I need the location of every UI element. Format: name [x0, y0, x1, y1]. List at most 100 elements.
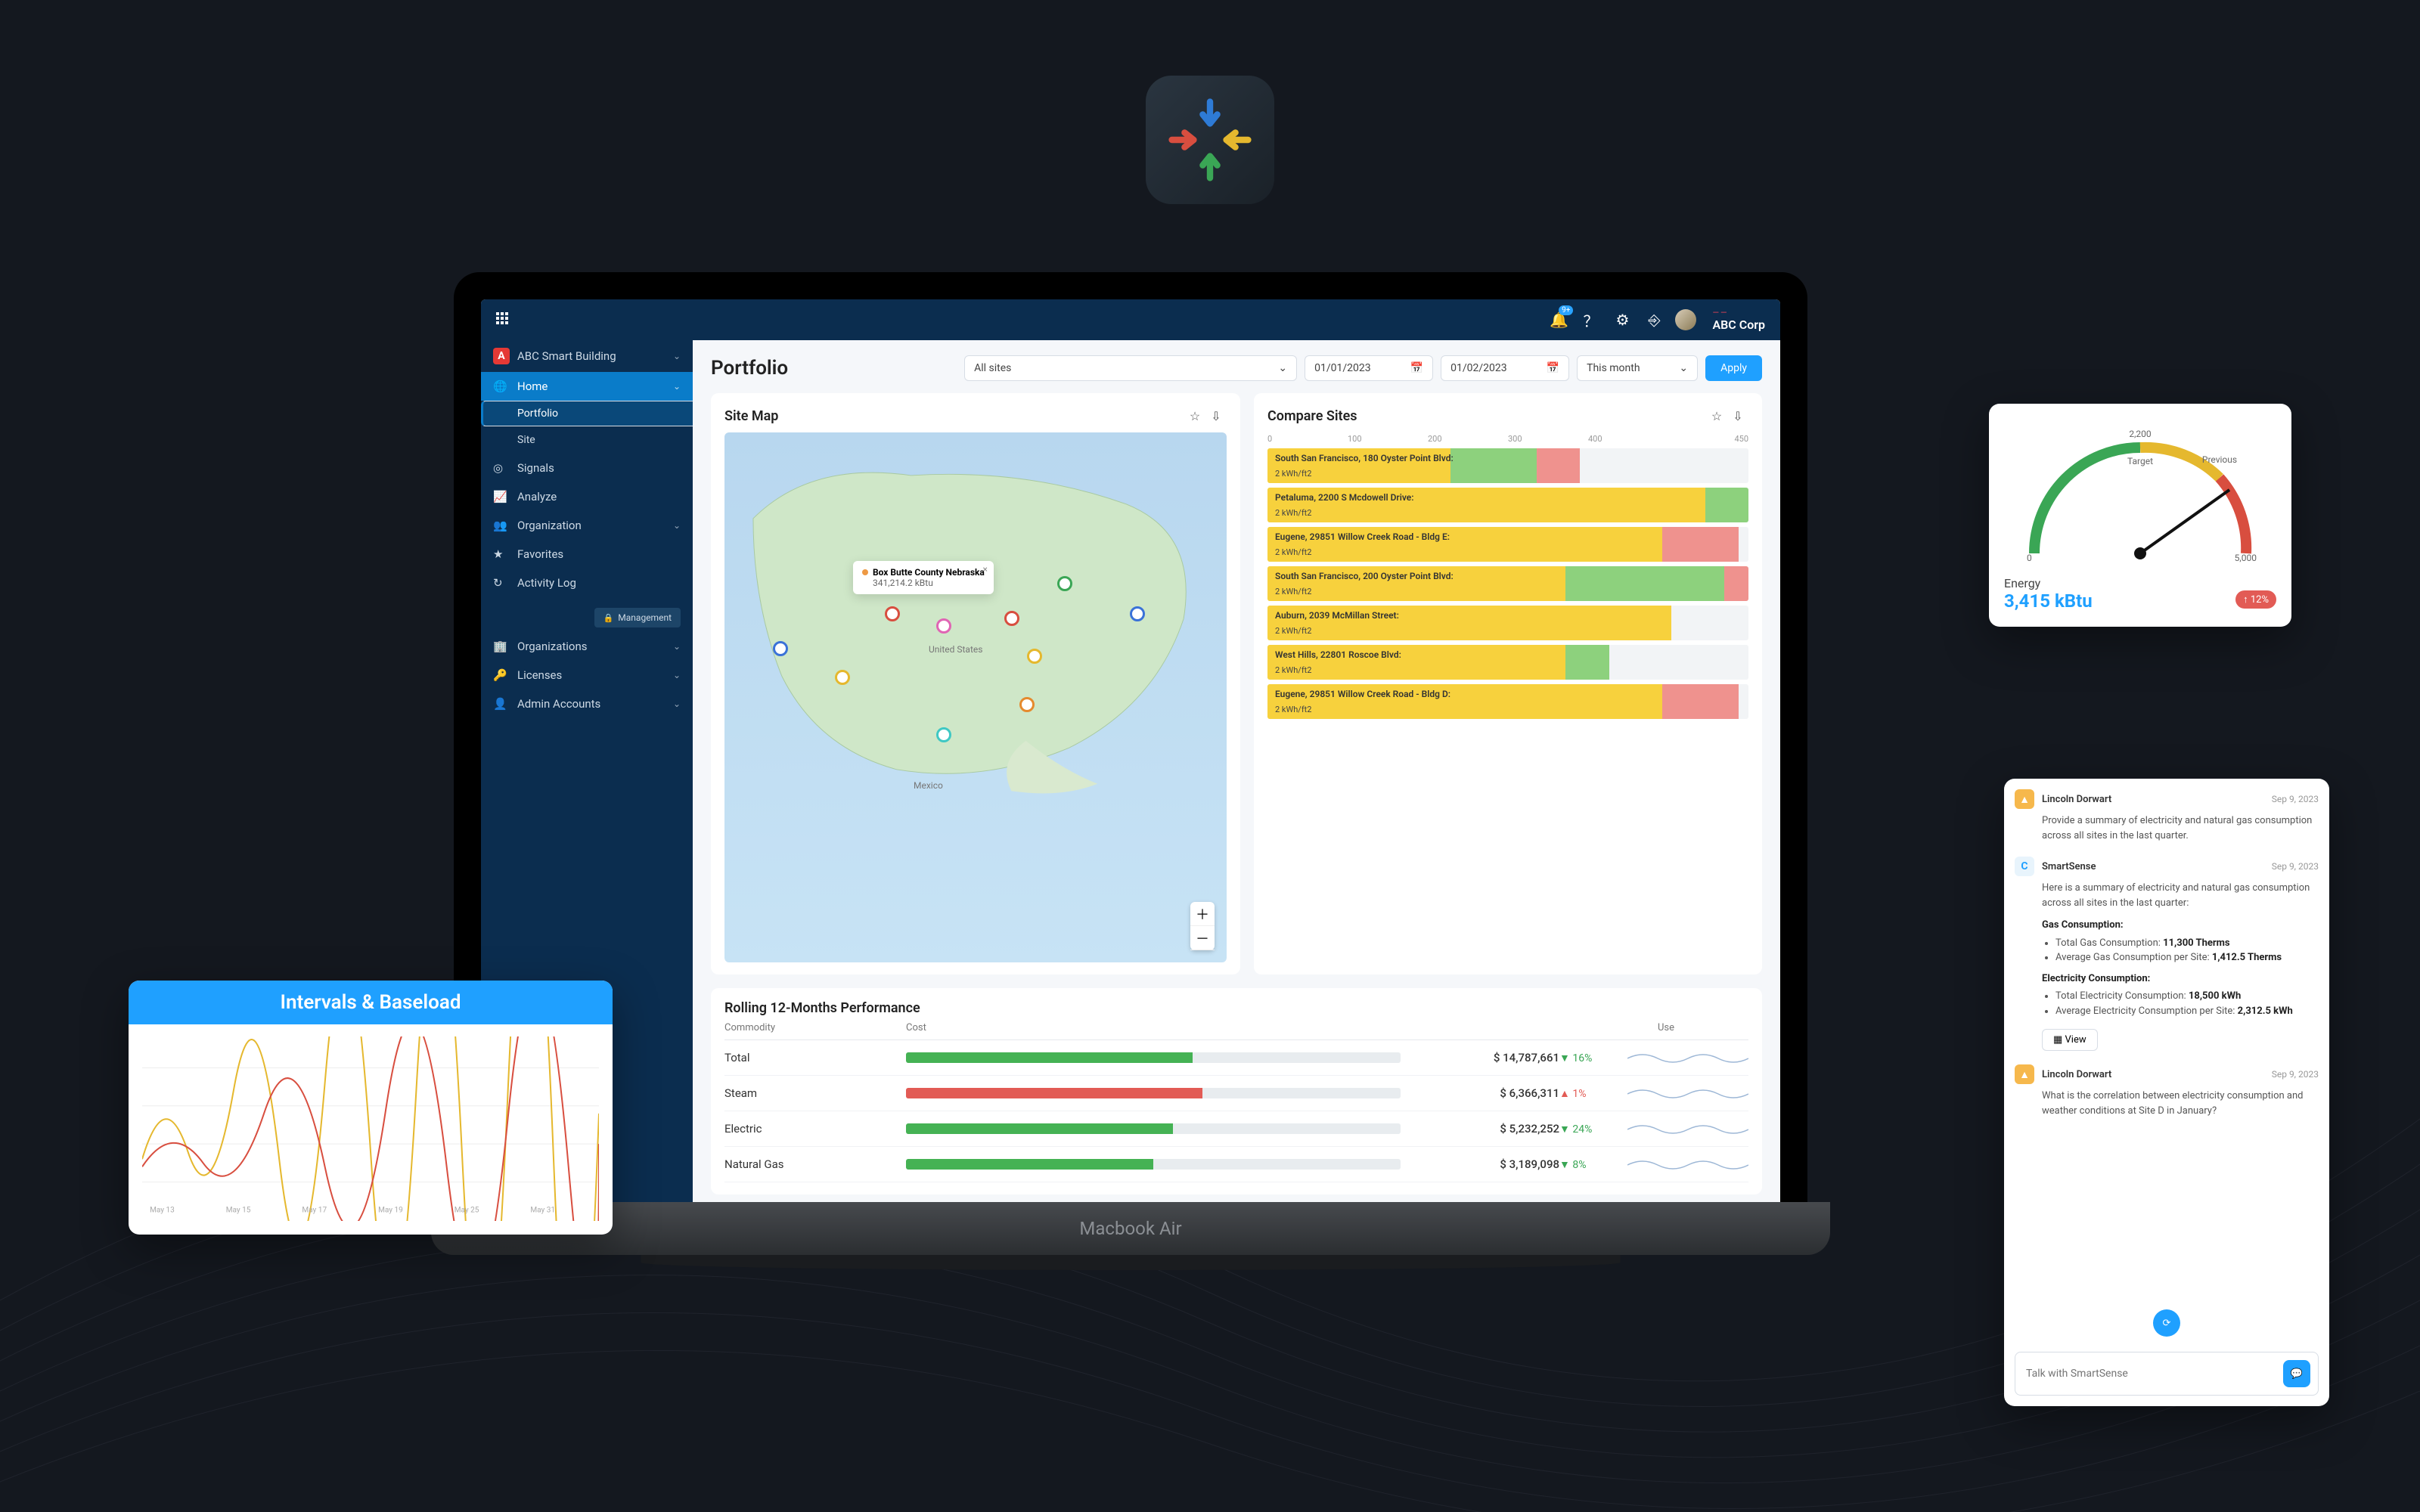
logout-icon[interactable]: ⎆: [1641, 307, 1667, 333]
compare-row[interactable]: South San Francisco, 200 Oyster Point Bl…: [1267, 566, 1748, 601]
site-name: Auburn, 2039 McMillan Street:: [1275, 610, 1399, 621]
sidebar-brand[interactable]: A ABC Smart Building ⌄: [481, 340, 693, 372]
msg-author: SmartSense: [2042, 861, 2096, 872]
sidebar-item-organizations[interactable]: 🏢Organizations⌄: [481, 632, 693, 661]
user-icon: 👤: [493, 697, 510, 711]
intervals-chart: May 13May 15May 17May 19May 25May 31: [129, 1024, 613, 1221]
laptop-mockup: 🔔9+ ？ ⚙ ⎆ —— ABC Corp A ABC Smart Buildi…: [431, 272, 1830, 1300]
avatar[interactable]: [1673, 307, 1699, 333]
compare-axis: 0100200300400450: [1267, 432, 1748, 448]
user-avatar-icon: ▲: [2015, 789, 2034, 809]
management-tag: Management: [594, 608, 681, 627]
apps-grid-icon[interactable]: [496, 312, 511, 327]
sites-select[interactable]: All sites⌄: [964, 355, 1297, 381]
site-unit: 2 kWh/ft2: [1275, 469, 1311, 479]
date-from-input[interactable]: 01/01/2023📅: [1305, 355, 1433, 381]
chart-icon: 📈: [493, 490, 510, 503]
map-pin[interactable]: [936, 727, 951, 742]
energy-gauge-widget: 2,200 Previous Target 5,000 0 Energy 3,4…: [1989, 404, 2291, 627]
sidebar-item-organization[interactable]: 👥Organization⌄: [481, 511, 693, 540]
chat-loading-icon: ⟳: [2153, 1309, 2180, 1337]
msg-date: Sep 9, 2023: [2272, 794, 2319, 804]
delta-value: ▼ 16%: [1559, 1052, 1627, 1064]
msg-date: Sep 9, 2023: [2272, 1069, 2319, 1080]
page-title: Portfolio: [711, 357, 788, 380]
site-unit: 2 kWh/ft2: [1275, 587, 1311, 596]
cost-value: $ 3,189,098: [1416, 1157, 1559, 1171]
map-pin[interactable]: [1130, 606, 1145, 621]
site-unit: 2 kWh/ft2: [1275, 626, 1311, 636]
range-select[interactable]: This month⌄: [1577, 355, 1698, 381]
sidebar-item-site[interactable]: Site: [481, 426, 693, 454]
building-icon: 🏢: [493, 640, 510, 653]
sidebar-item-analyze[interactable]: 📈Analyze: [481, 482, 693, 511]
laptop-base: Macbook Air: [431, 1202, 1830, 1255]
card-title: Rolling 12-Months Performance: [724, 1000, 1748, 1016]
svg-text:0: 0: [2027, 553, 2032, 563]
delta-value: ▼ 24%: [1559, 1123, 1627, 1136]
map-pin[interactable]: [835, 670, 850, 685]
org-switcher[interactable]: —— ABC Corp: [1712, 308, 1765, 332]
download-icon[interactable]: ⇩: [1727, 405, 1748, 426]
close-icon[interactable]: ×: [982, 564, 987, 575]
globe-icon: 🌐: [493, 380, 510, 393]
help-icon[interactable]: ？: [1578, 307, 1603, 333]
map-pin[interactable]: [1057, 576, 1072, 591]
map-pin[interactable]: [936, 618, 951, 634]
compare-row[interactable]: Eugene, 29851 Willow Creek Road - Bldg D…: [1267, 684, 1748, 719]
zoom-out-button[interactable]: －: [1190, 926, 1215, 950]
view-button[interactable]: ▦ View: [2042, 1029, 2098, 1051]
sidebar-item-signals[interactable]: ◎Signals: [481, 454, 693, 482]
cost-value: $ 6,366,311: [1416, 1086, 1559, 1100]
map-pin[interactable]: [1019, 697, 1035, 712]
compare-row[interactable]: Petaluma, 2200 S Mcdowell Drive: 2 kWh/ft…: [1267, 488, 1748, 522]
map-label: Mexico: [914, 780, 943, 791]
map-canvas[interactable]: United States Mexico: [724, 432, 1227, 962]
sidebar-item-licenses[interactable]: 🔑Licenses⌄: [481, 661, 693, 689]
site-unit: 2 kWh/ft2: [1275, 547, 1311, 557]
site-unit: 2 kWh/ft2: [1275, 665, 1311, 675]
svg-text:May 15: May 15: [226, 1207, 251, 1215]
compare-row[interactable]: West Hills, 22801 Roscoe Blvd:2 kWh/ft2: [1267, 645, 1748, 680]
download-icon[interactable]: ⇩: [1205, 405, 1227, 426]
compare-row[interactable]: Eugene, 29851 Willow Creek Road - Bldg E…: [1267, 527, 1748, 562]
map-zoom: ＋ －: [1190, 902, 1215, 950]
msg-author: Lincoln Dorwart: [2042, 1069, 2111, 1080]
apply-button[interactable]: Apply: [1705, 355, 1762, 381]
chevron-down-icon: ⌄: [673, 520, 681, 531]
gauge-value: 3,415 kBtu: [2004, 590, 2093, 612]
chat-send-button[interactable]: 💬: [2283, 1360, 2310, 1387]
chat-message: ▲Lincoln DorwartSep 9, 2023What is the c…: [2015, 1064, 2319, 1118]
map-pin[interactable]: [885, 606, 900, 621]
site-name: Eugene, 29851 Willow Creek Road - Bldg E…: [1275, 531, 1450, 542]
star-outline-icon[interactable]: ☆: [1184, 405, 1205, 426]
sidebar-item-favorites[interactable]: ★Favorites: [481, 540, 693, 569]
map-pin[interactable]: [1004, 611, 1019, 626]
zoom-in-button[interactable]: ＋: [1190, 902, 1215, 926]
compare-row[interactable]: Auburn, 2039 McMillan Street: 2 kWh/ft2: [1267, 606, 1748, 640]
site-unit: 2 kWh/ft2: [1275, 508, 1311, 518]
calendar-icon: 📅: [1547, 362, 1559, 374]
notifications-icon[interactable]: 🔔9+: [1546, 307, 1571, 333]
card-title: Site Map: [724, 408, 778, 424]
date-to-input[interactable]: 01/02/2023📅: [1441, 355, 1569, 381]
chevron-down-icon: ⌄: [673, 351, 681, 361]
map-tooltip: Box Butte County Nebraska× 341,214.2 kBt…: [853, 561, 994, 594]
compare-row[interactable]: South San Francisco, 180 Oyster Point Bl…: [1267, 448, 1748, 483]
svg-text:May 31: May 31: [530, 1207, 555, 1215]
sidebar-item-home[interactable]: 🌐Home⌄: [481, 372, 693, 401]
star-outline-icon[interactable]: ☆: [1706, 405, 1727, 426]
sidebar-item-activity[interactable]: ↻Activity Log: [481, 569, 693, 597]
sidebar-item-admin-accounts[interactable]: 👤Admin Accounts⌄: [481, 689, 693, 718]
delta-value: ▲ 1%: [1559, 1087, 1627, 1100]
card-title: Compare Sites: [1267, 408, 1357, 424]
settings-icon[interactable]: ⚙: [1609, 307, 1635, 333]
chat-input[interactable]: [2026, 1368, 2283, 1380]
map-pin[interactable]: [1027, 649, 1042, 664]
signals-icon: ◎: [493, 461, 510, 475]
calendar-icon: 📅: [1410, 362, 1423, 374]
table-row: Electric$ 5,232,252▼ 24%: [724, 1111, 1748, 1147]
widget-title: Intervals & Baseload: [129, 981, 613, 1024]
site-name: Petaluma, 2200 S Mcdowell Drive:: [1275, 492, 1414, 503]
map-pin[interactable]: [773, 641, 788, 656]
